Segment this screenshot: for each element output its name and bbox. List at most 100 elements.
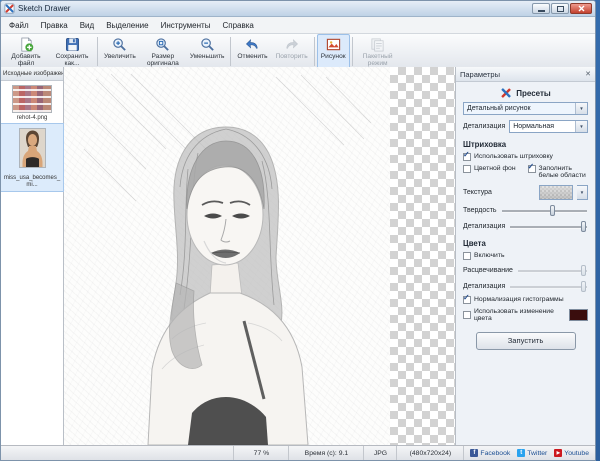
sources-panel-header: Исходные изображен... ✕ [1, 67, 63, 81]
facebook-icon: f [470, 449, 479, 457]
youtube-link-label: Youtube [564, 449, 589, 457]
maximize-button[interactable] [551, 3, 569, 14]
save-as-button[interactable]: Сохранить как... [49, 34, 95, 69]
preset-select[interactable]: Детальный рисунок ▼ [463, 102, 588, 115]
redo-label: Повторить [275, 53, 308, 60]
twitter-icon: t [517, 449, 526, 457]
facebook-link[interactable]: f Facebook [470, 449, 510, 457]
original-size-label: Размер оригинала [146, 53, 179, 68]
hatching-detail-label: Детализация [463, 222, 506, 230]
slider-track[interactable] [517, 269, 587, 273]
zoom-in-label: Увеличить [104, 53, 136, 60]
texture-preview[interactable] [539, 184, 573, 200]
batch-mode-icon [371, 38, 384, 52]
menu-selection[interactable]: Выделение [100, 19, 154, 32]
slider-handle[interactable] [550, 204, 556, 216]
use-color-change-checkbox[interactable]: ✓ Использовать изменение цвета [463, 308, 588, 323]
preset-value: Детальный рисунок [467, 105, 531, 112]
original-size-icon [156, 38, 170, 51]
presets-label: Пресеты [516, 88, 551, 98]
hardness-slider[interactable] [501, 204, 588, 216]
chevron-down-icon[interactable]: ▼ [575, 103, 587, 114]
hatching-detail-slider[interactable] [509, 220, 588, 232]
add-file-icon [20, 37, 33, 52]
menu-tools[interactable]: Инструменты [155, 19, 217, 32]
checkbox-box[interactable]: ✓ [463, 311, 471, 320]
status-dimensions: (480x720x24) [396, 446, 463, 460]
twitter-link[interactable]: t Twitter [517, 449, 547, 457]
source-thumbnail-label: miss_usa_becomes_mi... [3, 174, 61, 188]
transparency-checker [390, 67, 455, 446]
checkbox-box[interactable]: ✓ [463, 292, 471, 304]
colors-detail-slider[interactable] [509, 280, 588, 292]
check-icon: ✓ [463, 150, 470, 159]
menu-file[interactable]: Файл [3, 19, 35, 32]
undo-label: Отменить [237, 53, 268, 60]
slider-handle[interactable] [581, 280, 587, 292]
use-hatching-checkbox[interactable]: ✓ Использовать штриховку [463, 150, 588, 161]
app-window: Sketch Drawer Файл Правка Вид Выделение … [0, 0, 596, 461]
menu-help[interactable]: Справка [216, 19, 259, 32]
checkbox-box[interactable]: ✓ [463, 150, 471, 161]
redo-button[interactable]: Повторить [272, 34, 312, 69]
toolbar-separator [97, 37, 98, 66]
picture-button[interactable]: Рисунок [316, 34, 350, 69]
add-file-label: Добавить файл [11, 53, 41, 68]
color-background-checkbox[interactable]: ✓ Цветной фон [463, 165, 524, 173]
source-thumbnail-item[interactable]: rehot-4.png [1, 81, 63, 124]
picture-label: Рисунок [320, 53, 346, 60]
normalize-histogram-checkbox[interactable]: ✓ Нормализация гистограммы [463, 292, 588, 304]
menu-edit[interactable]: Правка [35, 19, 74, 32]
status-bar: 77 % Время (с): 9.1 JPG (480x720x24) f F… [1, 445, 595, 460]
zoom-out-button[interactable]: Уменьшить [186, 34, 229, 69]
checkbox-box[interactable]: ✓ [527, 162, 536, 173]
chevron-down-icon[interactable]: ▼ [575, 121, 587, 132]
picture-icon [326, 38, 340, 51]
checkbox-box[interactable]: ✓ [463, 251, 471, 260]
menu-view[interactable]: Вид [74, 19, 100, 32]
slider-handle[interactable] [581, 220, 587, 232]
close-button[interactable] [570, 3, 592, 14]
colorize-slider[interactable] [517, 264, 588, 276]
slider-track[interactable] [510, 225, 587, 229]
slider-track[interactable] [501, 209, 587, 213]
enable-colors-checkbox[interactable]: ✓ Включить [463, 251, 588, 260]
texture-dropdown-icon[interactable]: ▼ [577, 184, 588, 200]
checkbox-box[interactable]: ✓ [463, 165, 471, 173]
sketch-paper [64, 67, 391, 446]
close-icon [578, 5, 584, 12]
check-icon: ✓ [527, 162, 535, 171]
sketch-portrait [83, 73, 372, 445]
undo-button[interactable]: Отменить [233, 34, 271, 69]
fill-white-areas-checkbox[interactable]: ✓ Заполнить белые области [527, 162, 589, 180]
add-file-button[interactable]: Добавить файл [3, 34, 49, 69]
enable-colors-label: Включить [474, 252, 505, 260]
save-icon [65, 38, 79, 51]
zoom-out-label: Уменьшить [189, 53, 225, 60]
run-button[interactable]: Запустить [475, 331, 576, 350]
canvas [64, 67, 455, 446]
zoom-in-button[interactable]: Увеличить [100, 34, 140, 69]
detail-label: Детализация [463, 123, 506, 130]
detail-select[interactable]: Нормальная ▼ [509, 120, 588, 133]
slider-track[interactable] [510, 285, 587, 289]
youtube-link[interactable]: ▶ Youtube [554, 449, 589, 457]
slider-handle[interactable] [581, 264, 587, 276]
color-background-label: Цветной фон [474, 165, 516, 172]
params-panel-body: Пресеты Детальный рисунок ▼ Детализация … [456, 82, 595, 355]
batch-mode-button[interactable]: Пакетный режим [355, 34, 401, 69]
original-size-button[interactable]: Размер оригинала [140, 34, 186, 69]
colors-detail-label: Детализация [463, 282, 506, 290]
content-area: Исходные изображен... ✕ rehot-4.png miss… [1, 67, 595, 446]
source-thumbnail-item[interactable]: miss_usa_becomes_mi... [1, 122, 64, 192]
title-bar: Sketch Drawer [1, 1, 595, 17]
normalize-histogram-label: Нормализация гистограммы [474, 296, 564, 304]
minimize-icon [537, 10, 545, 12]
color-swatch[interactable] [569, 309, 588, 322]
zoom-in-icon [113, 38, 127, 51]
params-panel-close-icon[interactable]: ✕ [585, 70, 591, 78]
check-icon: ✓ [463, 292, 470, 302]
minimize-button[interactable] [532, 3, 550, 14]
params-panel: Параметры ✕ Пресеты Детальный рисунок ▼ … [455, 67, 595, 446]
facebook-link-label: Facebook [480, 449, 511, 457]
